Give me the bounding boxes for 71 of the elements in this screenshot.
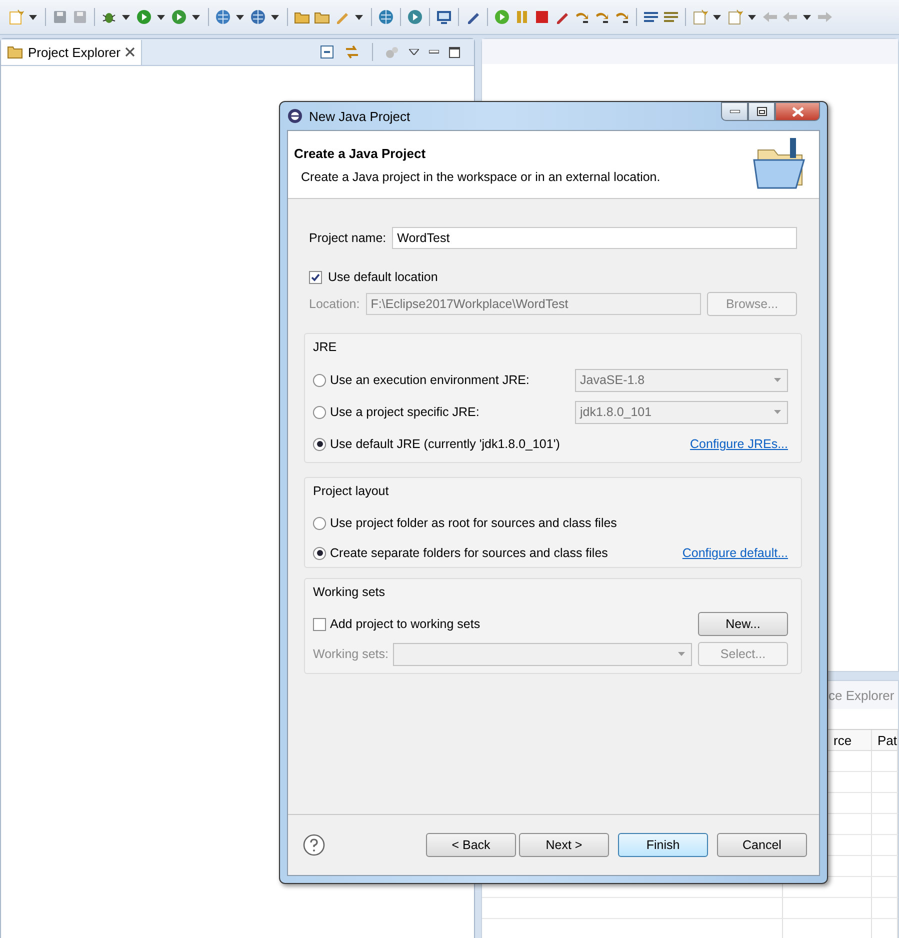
- field-label: Location:: [309, 297, 360, 311]
- radio-label[interactable]: Use an execution environment JRE:: [330, 373, 530, 387]
- radio-button[interactable]: [313, 516, 326, 530]
- caret-icon[interactable]: [271, 14, 279, 20]
- close-icon: [792, 106, 804, 116]
- column-header[interactable]: Pat: [877, 732, 897, 748]
- globe-icon[interactable]: [378, 9, 394, 25]
- project-name-field[interactable]: WordTest: [392, 227, 797, 249]
- caret-icon[interactable]: [355, 14, 363, 20]
- project-explorer-tab[interactable]: Project Explorer: [1, 40, 142, 64]
- caret-icon[interactable]: [192, 14, 200, 20]
- checkbox[interactable]: [309, 270, 322, 284]
- caret-icon[interactable]: [29, 14, 37, 20]
- eclipse-icon: [287, 108, 303, 124]
- radio-label[interactable]: Use project folder as root for sources and class files: [330, 516, 617, 530]
- dropdown-arrow-icon: [774, 378, 781, 382]
- dialog-button[interactable]: Next >: [519, 833, 609, 857]
- caret-icon[interactable]: [236, 14, 244, 20]
- radio-button[interactable]: [313, 546, 326, 560]
- list-icon[interactable]: [663, 9, 679, 25]
- radio-button[interactable]: [313, 438, 326, 450]
- collapse-all-icon[interactable]: [320, 45, 334, 59]
- header-title: Create a Java Project: [294, 146, 427, 160]
- dropdown-arrow-icon: [774, 410, 781, 414]
- caret-icon[interactable]: [748, 14, 756, 20]
- monitor-icon[interactable]: [436, 9, 452, 25]
- new-button[interactable]: New...: [698, 612, 788, 636]
- checkbox[interactable]: [313, 618, 326, 630]
- radio-label[interactable]: Use a project specific JRE:: [330, 405, 480, 419]
- restore-button[interactable]: [748, 102, 775, 121]
- minimize-icon[interactable]: [429, 50, 440, 54]
- dialog-button[interactable]: Cancel: [717, 833, 807, 857]
- minimize-button[interactable]: [721, 102, 748, 121]
- help-icon[interactable]: [303, 834, 325, 856]
- field-label: Working sets:: [313, 647, 388, 661]
- dialog-title: New Java Project: [309, 108, 410, 124]
- column-header[interactable]: rce: [833, 732, 852, 748]
- group-title: Project layout: [313, 484, 390, 498]
- checkbox-label[interactable]: Add project to working sets: [330, 617, 480, 631]
- globe-icon[interactable]: [215, 9, 231, 25]
- new-file-icon[interactable]: [8, 9, 24, 25]
- minimize-icon: [730, 110, 740, 113]
- run-icon[interactable]: [136, 9, 152, 25]
- list-icon[interactable]: [643, 9, 659, 25]
- caret-icon[interactable]: [122, 14, 130, 20]
- folder-icon: [7, 44, 23, 60]
- field-label: Project name:: [309, 231, 386, 245]
- maximize-icon[interactable]: [449, 46, 460, 58]
- caret-icon[interactable]: [157, 14, 165, 20]
- link-icon[interactable]: [344, 44, 360, 60]
- resume-icon[interactable]: [494, 9, 510, 25]
- caret-icon[interactable]: [803, 14, 811, 20]
- group-title: Working sets: [313, 585, 386, 599]
- configure-link[interactable]: Configure default...: [682, 546, 788, 560]
- configure-link[interactable]: Configure JREs...: [690, 437, 788, 451]
- view-menu-icon[interactable]: [409, 49, 420, 55]
- dialog-button[interactable]: < Back: [426, 833, 516, 857]
- header-description: Create a Java project in the workspace or in an external location.: [300, 170, 660, 184]
- checkbox-label[interactable]: Use default location: [328, 270, 438, 284]
- caret-icon[interactable]: [713, 14, 721, 20]
- radio-button[interactable]: [313, 374, 326, 386]
- close-icon[interactable]: [125, 47, 136, 57]
- group-title: JRE: [313, 340, 338, 354]
- dropdown-arrow-icon: [678, 652, 685, 656]
- close-button[interactable]: [775, 102, 820, 121]
- radio-button[interactable]: [313, 406, 326, 418]
- radio-label[interactable]: Use default JRE (currently 'jdk1.8.0_101'): [330, 437, 560, 451]
- stop-icon[interactable]: [534, 9, 550, 25]
- radio-label[interactable]: Create separate folders for sources and class files: [330, 546, 608, 560]
- restore-icon: [756, 107, 766, 116]
- finish-button[interactable]: Finish: [618, 833, 708, 857]
